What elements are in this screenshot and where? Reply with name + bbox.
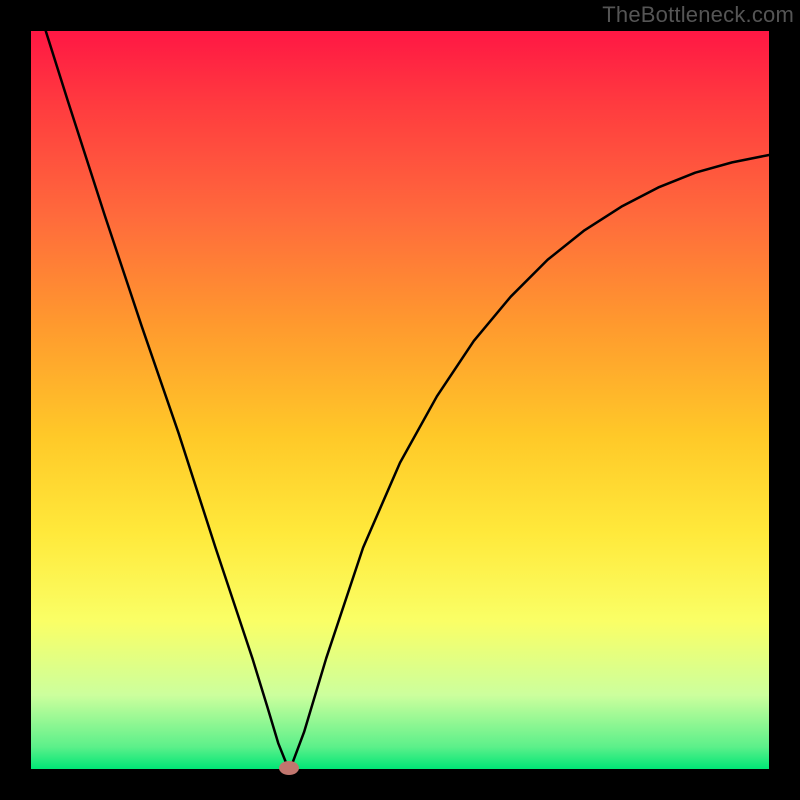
optimal-marker: [279, 761, 299, 775]
chart-frame: TheBottleneck.com: [0, 0, 800, 800]
watermark-text: TheBottleneck.com: [602, 2, 794, 28]
series-bottleneck-curve: [46, 31, 769, 768]
curve-layer: [0, 0, 800, 800]
